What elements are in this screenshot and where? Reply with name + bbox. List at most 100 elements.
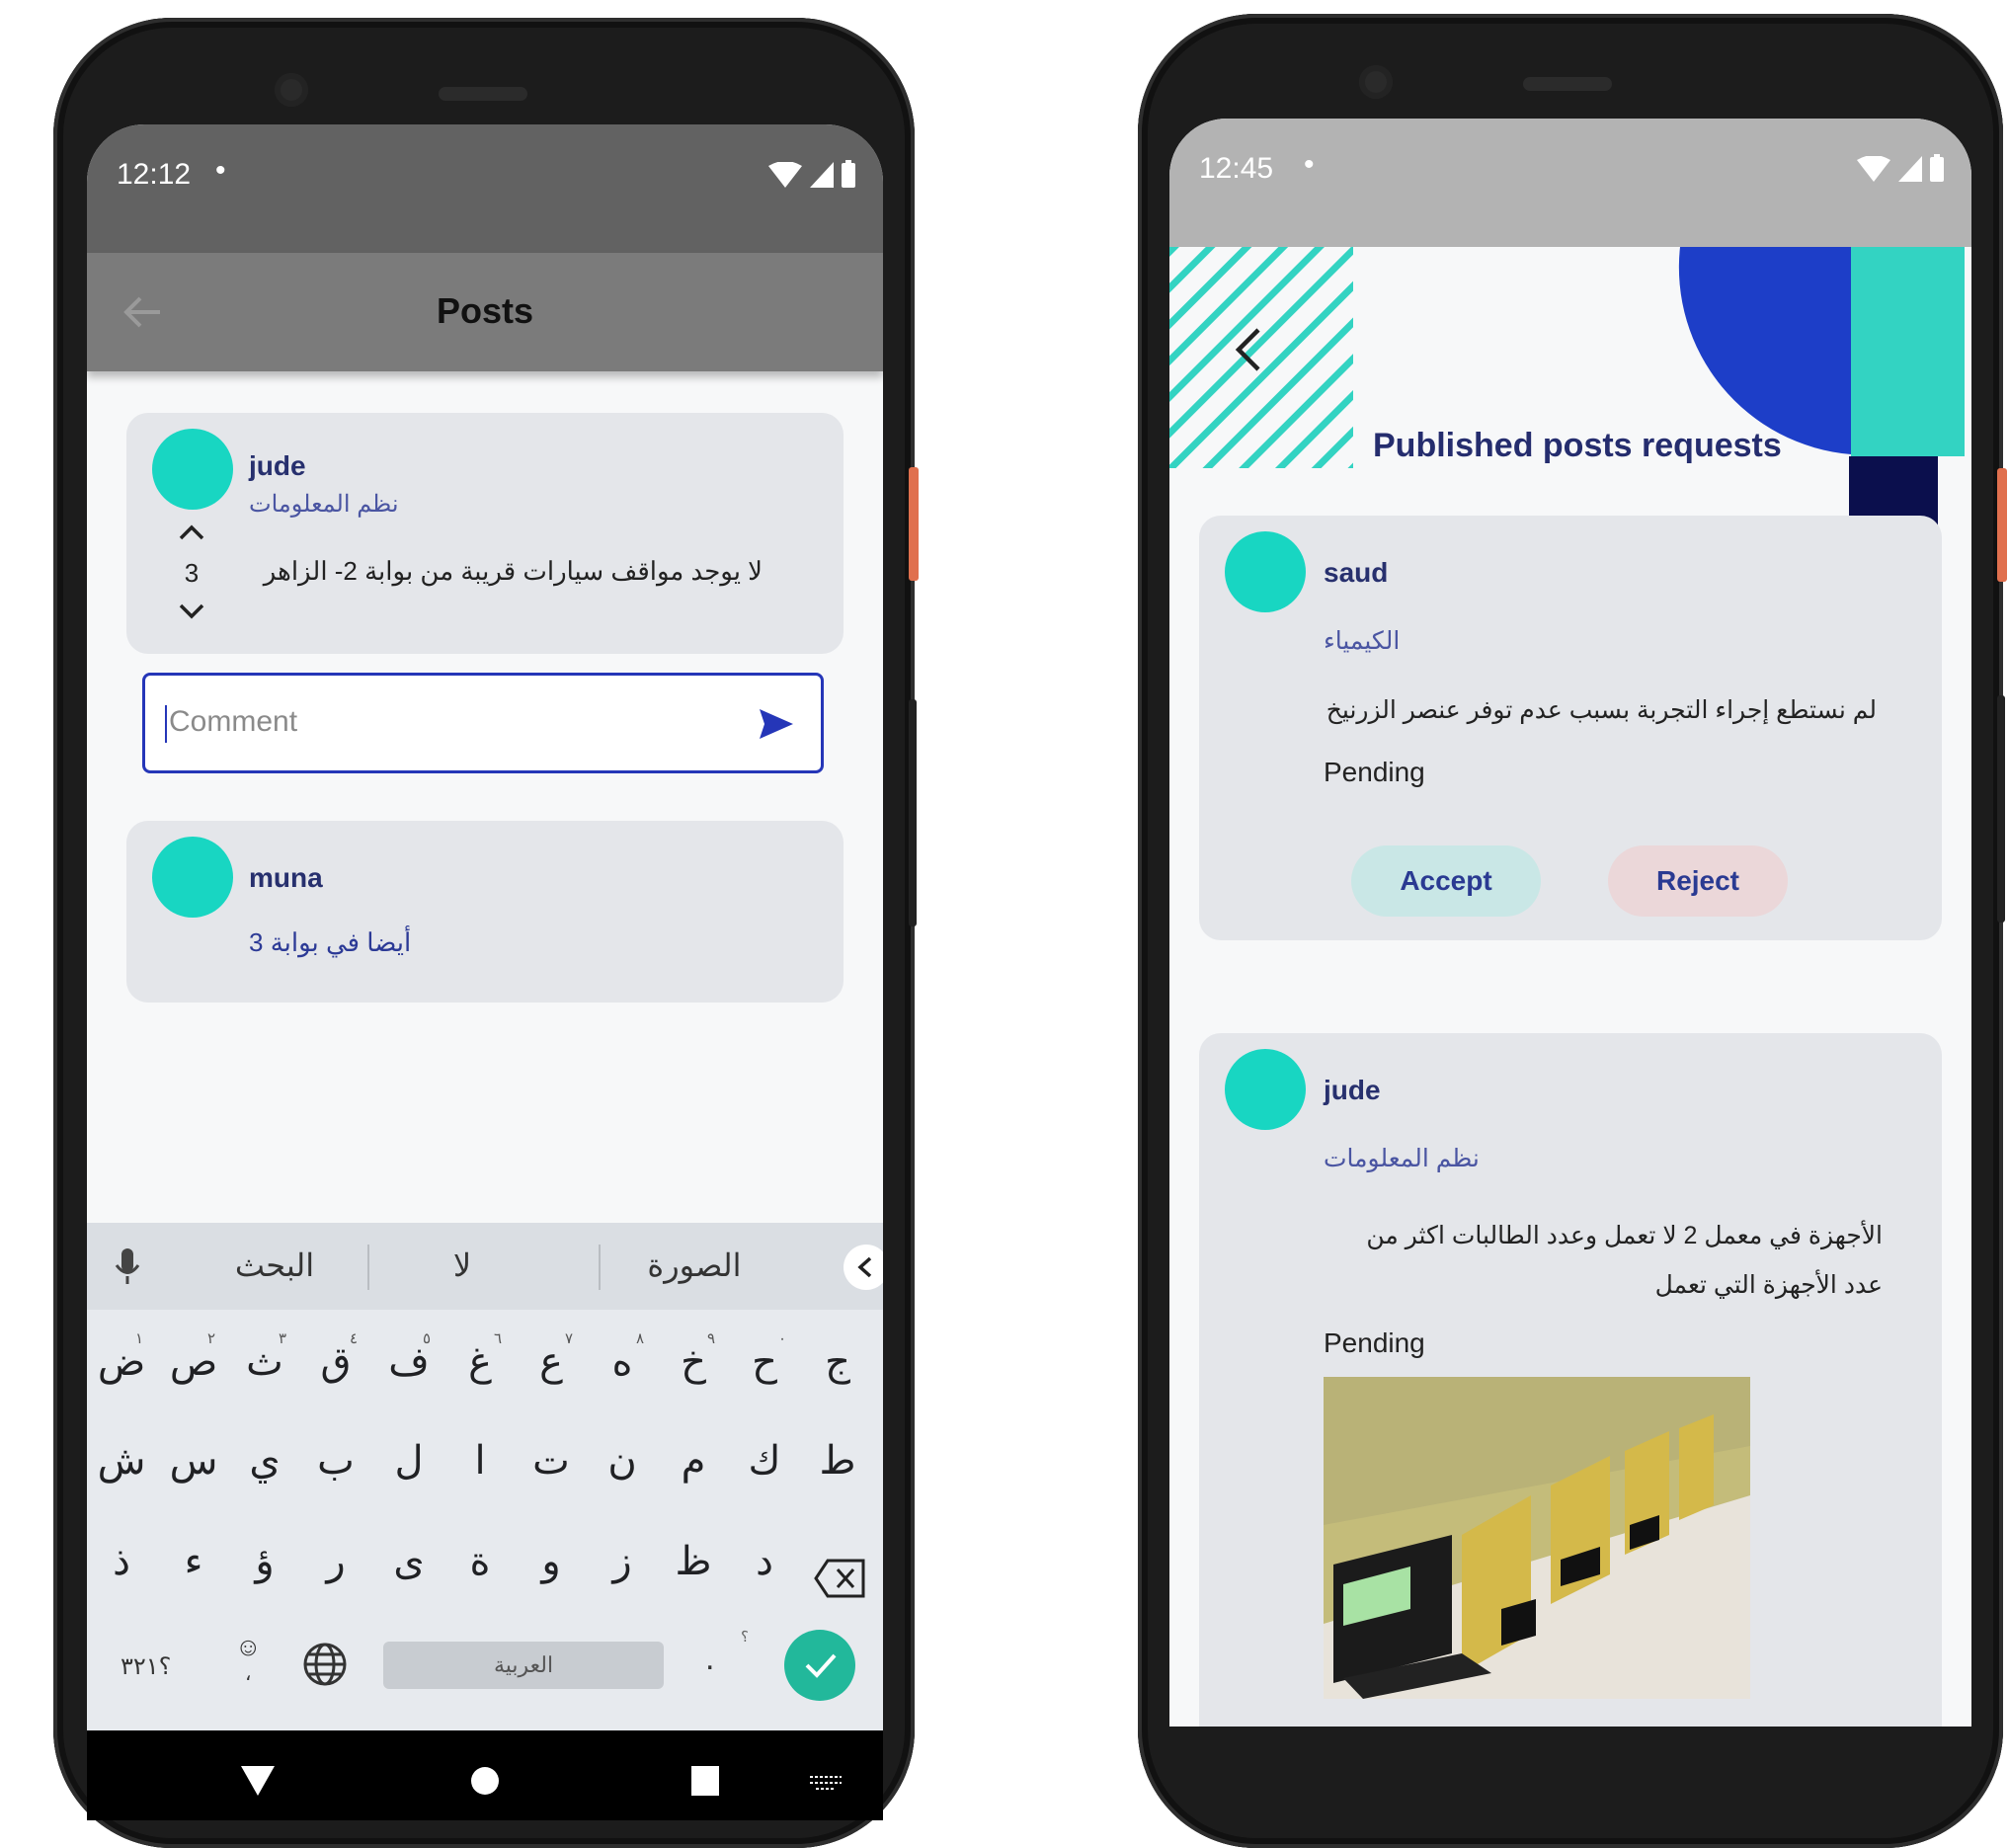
signal-icon bbox=[810, 162, 834, 188]
upvote-chevron-icon[interactable] bbox=[178, 523, 205, 541]
right-phone-power-accent bbox=[1997, 468, 2007, 582]
comment-username: muna bbox=[249, 862, 323, 893]
avatar bbox=[1225, 1049, 1306, 1130]
keyboard-switch-icon[interactable] bbox=[810, 1774, 842, 1792]
computer-lab-photo bbox=[1324, 1377, 1750, 1699]
app-bar: Posts bbox=[87, 253, 883, 371]
backspace-icon[interactable] bbox=[814, 1559, 865, 1598]
navigation-bar bbox=[87, 1730, 883, 1820]
request-username: jude bbox=[1324, 1075, 1381, 1105]
symbols-key[interactable]: ؟٣٢١ bbox=[121, 1652, 171, 1681]
key-hint: ٤ bbox=[350, 1330, 359, 1347]
key-2-9[interactable]: م bbox=[664, 1438, 723, 1484]
key-2-8[interactable]: ن bbox=[593, 1438, 652, 1484]
request-status: Pending bbox=[1324, 757, 1425, 787]
suggestion-strip: البحث لا الصورة bbox=[87, 1223, 883, 1310]
key-hint: ٨ bbox=[636, 1330, 645, 1347]
key-2-7[interactable]: ت bbox=[522, 1438, 581, 1484]
avatar bbox=[152, 429, 233, 510]
key-3-4[interactable]: ر bbox=[306, 1539, 365, 1584]
avatar bbox=[152, 837, 233, 918]
key-hint: ٢ bbox=[207, 1330, 216, 1347]
comment-field[interactable]: Comment bbox=[142, 673, 824, 773]
signal-icon bbox=[1898, 156, 1922, 182]
left-phone-power-accent bbox=[909, 467, 919, 581]
page-title: Posts bbox=[436, 290, 534, 331]
key-3-2[interactable]: ء bbox=[164, 1539, 223, 1584]
battery-icon bbox=[842, 160, 855, 188]
front-camera-icon bbox=[275, 73, 308, 107]
key-2-6[interactable]: ا bbox=[450, 1438, 510, 1484]
text-cursor bbox=[165, 705, 167, 743]
key-3-5[interactable]: ى bbox=[379, 1539, 439, 1584]
space-bar[interactable]: العربية bbox=[383, 1642, 664, 1689]
back-triangle-icon[interactable] bbox=[241, 1766, 275, 1796]
suggestion-collapse-button[interactable] bbox=[844, 1245, 883, 1290]
request-card: saud الكيمياء لم نستطع إجراء التجربة بسب… bbox=[1199, 516, 1942, 940]
home-circle-icon[interactable] bbox=[470, 1766, 500, 1796]
recents-square-icon[interactable] bbox=[691, 1766, 719, 1796]
status-time: 12:45 bbox=[1199, 152, 1274, 185]
suggestion-2[interactable]: لا bbox=[433, 1246, 492, 1284]
comment-card: muna أيضا في بوابة 3 bbox=[126, 821, 844, 1003]
post-department: نظم المعلومات bbox=[249, 491, 399, 518]
key-2-4[interactable]: ب bbox=[306, 1438, 365, 1484]
vote-count: 3 bbox=[184, 558, 200, 588]
suggestion-divider bbox=[367, 1245, 369, 1290]
send-icon[interactable] bbox=[760, 709, 793, 739]
key-2-1[interactable]: ش bbox=[92, 1438, 151, 1484]
globe-icon[interactable] bbox=[302, 1642, 348, 1687]
period-key-hint: ؟ bbox=[741, 1629, 749, 1646]
microphone-icon[interactable] bbox=[115, 1248, 140, 1286]
key-hint: ٣ bbox=[279, 1330, 287, 1347]
checkmark-icon bbox=[805, 1653, 837, 1678]
key-2-3[interactable]: ي bbox=[235, 1438, 294, 1484]
key-2-2[interactable]: س bbox=[164, 1438, 223, 1484]
key-3-6[interactable]: ة bbox=[450, 1539, 510, 1584]
key-3-1[interactable]: ذ bbox=[92, 1539, 151, 1584]
key-3-8[interactable]: ز bbox=[593, 1539, 652, 1584]
earpiece-speaker bbox=[439, 87, 527, 101]
status-icons bbox=[1857, 154, 1944, 182]
left-phone-frame: 12:12 • Posts jude نظم المعلومات 3 لا يو… bbox=[53, 18, 919, 1848]
key-3-7[interactable]: و bbox=[522, 1539, 581, 1584]
suggestion-3[interactable]: الصورة bbox=[640, 1246, 749, 1284]
request-username: saud bbox=[1324, 557, 1389, 588]
key-2-10[interactable]: ك bbox=[735, 1438, 794, 1484]
request-department: نظم المعلومات bbox=[1324, 1145, 1480, 1172]
status-bar: 12:45 • bbox=[1169, 119, 1971, 247]
back-chevron-icon[interactable] bbox=[1231, 326, 1264, 373]
key-2-11[interactable]: ط bbox=[808, 1438, 867, 1484]
emoji-key-icon[interactable]: ☺ bbox=[235, 1632, 262, 1662]
right-phone-frame: 12:45 • Published posts requests saud ال… bbox=[1138, 14, 2007, 1848]
comment-text: أيضا في بوابة 3 bbox=[249, 927, 412, 957]
reject-button[interactable]: Reject bbox=[1608, 845, 1788, 917]
wifi-icon bbox=[768, 162, 802, 188]
key-hint: ٩ bbox=[707, 1330, 716, 1347]
chevron-left-icon bbox=[857, 1256, 872, 1278]
post-card: jude نظم المعلومات 3 لا يوجد مواقف سيارا… bbox=[126, 413, 844, 654]
keyboard: البحث لا الصورة ؟٣٢١ ☺ ، العربية . ؟ ض ١… bbox=[87, 1223, 883, 1730]
key-1-11[interactable]: ج bbox=[808, 1339, 867, 1385]
comment-input[interactable]: Comment bbox=[169, 705, 297, 739]
suggestion-1[interactable]: البحث bbox=[223, 1246, 326, 1284]
key-hint: ٧ bbox=[565, 1330, 574, 1347]
accept-button[interactable]: Accept bbox=[1351, 845, 1541, 917]
downvote-chevron-icon[interactable] bbox=[178, 603, 205, 620]
key-3-9[interactable]: ظ bbox=[664, 1539, 723, 1584]
right-screen: 12:45 • Published posts requests saud ال… bbox=[1169, 119, 1971, 1727]
enter-key[interactable] bbox=[784, 1630, 855, 1701]
status-icons bbox=[768, 160, 855, 188]
wifi-icon bbox=[1857, 156, 1890, 182]
request-text: لم نستطع إجراء التجربة بسبب عدم توفر عنص… bbox=[1326, 696, 1877, 724]
right-phone-volume-key bbox=[1997, 695, 2005, 923]
post-username: jude bbox=[249, 450, 306, 481]
period-key[interactable]: . bbox=[705, 1640, 714, 1678]
request-department: الكيمياء bbox=[1324, 627, 1401, 655]
key-3-3[interactable]: ؤ bbox=[235, 1539, 294, 1584]
key-3-10[interactable]: د bbox=[735, 1539, 794, 1584]
battery-icon bbox=[1930, 154, 1944, 182]
status-dot: • bbox=[215, 154, 226, 187]
key-2-5[interactable]: ل bbox=[379, 1438, 439, 1484]
suggestion-divider bbox=[599, 1245, 601, 1290]
